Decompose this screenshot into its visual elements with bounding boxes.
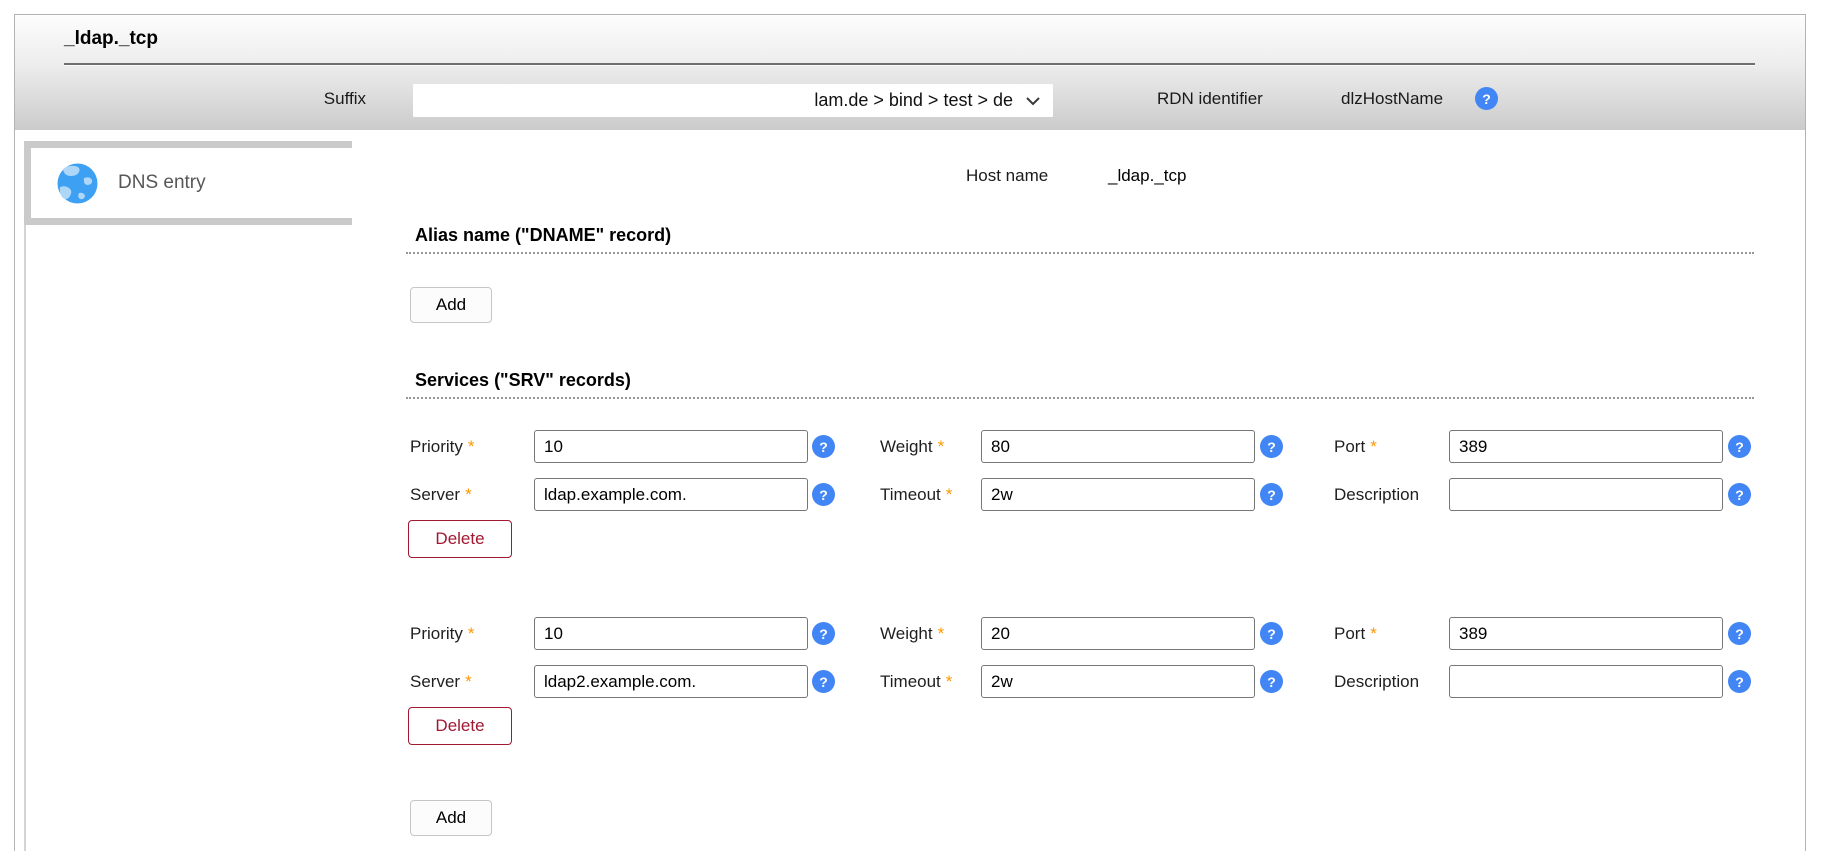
suffix-select[interactable]: lam.de > bind > test > de bbox=[413, 84, 1053, 117]
delete-record-button[interactable]: Delete bbox=[408, 520, 512, 558]
sidebar-tab-label: DNS entry bbox=[118, 172, 206, 194]
priority-label: Priority* bbox=[410, 437, 475, 457]
services-section-divider bbox=[406, 397, 1754, 399]
server-label: Server* bbox=[410, 672, 472, 692]
server-label: Server* bbox=[410, 485, 472, 505]
alias-section-divider bbox=[406, 252, 1754, 254]
srv-record: Priority* ? Weight* ? Port* ? Server* ? … bbox=[0, 430, 1832, 562]
help-icon[interactable]: ? bbox=[1728, 435, 1751, 458]
suffix-label: Suffix bbox=[240, 89, 366, 109]
port-label: Port* bbox=[1334, 437, 1377, 457]
timeout-label: Timeout* bbox=[880, 485, 952, 505]
weight-label: Weight* bbox=[880, 624, 944, 644]
required-marker: * bbox=[938, 624, 945, 644]
timeout-input[interactable] bbox=[981, 478, 1255, 511]
page-title: _ldap._tcp bbox=[64, 28, 158, 50]
required-marker: * bbox=[946, 485, 953, 505]
sidebar-tab-dns-entry[interactable]: DNS entry bbox=[24, 141, 352, 225]
description-input[interactable] bbox=[1449, 665, 1723, 698]
required-marker: * bbox=[465, 485, 472, 505]
alias-section-title: Alias name ("DNAME" record) bbox=[415, 225, 671, 246]
required-marker: * bbox=[1370, 624, 1377, 644]
required-marker: * bbox=[468, 437, 475, 457]
title-divider bbox=[64, 63, 1755, 65]
priority-label: Priority* bbox=[410, 624, 475, 644]
port-input[interactable] bbox=[1449, 617, 1723, 650]
priority-input[interactable] bbox=[534, 617, 808, 650]
help-icon[interactable]: ? bbox=[1475, 87, 1498, 110]
add-alias-button[interactable]: Add bbox=[410, 287, 492, 323]
help-icon[interactable]: ? bbox=[1260, 670, 1283, 693]
rdn-identifier-label: RDN identifier bbox=[1157, 89, 1263, 109]
srv-record: Priority* ? Weight* ? Port* ? Server* ? … bbox=[0, 617, 1832, 749]
weight-input[interactable] bbox=[981, 617, 1255, 650]
help-icon[interactable]: ? bbox=[1260, 483, 1283, 506]
chevron-down-icon bbox=[1025, 96, 1041, 106]
timeout-input[interactable] bbox=[981, 665, 1255, 698]
help-icon[interactable]: ? bbox=[812, 483, 835, 506]
help-icon[interactable]: ? bbox=[812, 435, 835, 458]
port-label: Port* bbox=[1334, 624, 1377, 644]
help-icon[interactable]: ? bbox=[1728, 670, 1751, 693]
services-section-title: Services ("SRV" records) bbox=[415, 370, 631, 391]
help-icon[interactable]: ? bbox=[1728, 483, 1751, 506]
required-marker: * bbox=[946, 672, 953, 692]
required-marker: * bbox=[465, 672, 472, 692]
required-marker: * bbox=[1370, 437, 1377, 457]
server-input[interactable] bbox=[534, 478, 808, 511]
help-icon[interactable]: ? bbox=[1260, 622, 1283, 645]
host-name-value: _ldap._tcp bbox=[1108, 166, 1186, 186]
host-name-label: Host name bbox=[966, 166, 1048, 186]
timeout-label: Timeout* bbox=[880, 672, 952, 692]
globe-icon bbox=[57, 163, 98, 204]
suffix-select-value: lam.de > bind > test > de bbox=[814, 90, 1013, 111]
help-icon[interactable]: ? bbox=[812, 622, 835, 645]
server-input[interactable] bbox=[534, 665, 808, 698]
priority-input[interactable] bbox=[534, 430, 808, 463]
add-service-button[interactable]: Add bbox=[410, 800, 492, 836]
rdn-identifier-value: dlzHostName bbox=[1341, 89, 1443, 109]
weight-label: Weight* bbox=[880, 437, 944, 457]
help-icon[interactable]: ? bbox=[1260, 435, 1283, 458]
required-marker: * bbox=[468, 624, 475, 644]
description-label: Description bbox=[1334, 485, 1419, 505]
port-input[interactable] bbox=[1449, 430, 1723, 463]
description-label: Description bbox=[1334, 672, 1419, 692]
help-icon[interactable]: ? bbox=[1728, 622, 1751, 645]
delete-record-button[interactable]: Delete bbox=[408, 707, 512, 745]
weight-input[interactable] bbox=[981, 430, 1255, 463]
required-marker: * bbox=[938, 437, 945, 457]
help-icon[interactable]: ? bbox=[812, 670, 835, 693]
description-input[interactable] bbox=[1449, 478, 1723, 511]
